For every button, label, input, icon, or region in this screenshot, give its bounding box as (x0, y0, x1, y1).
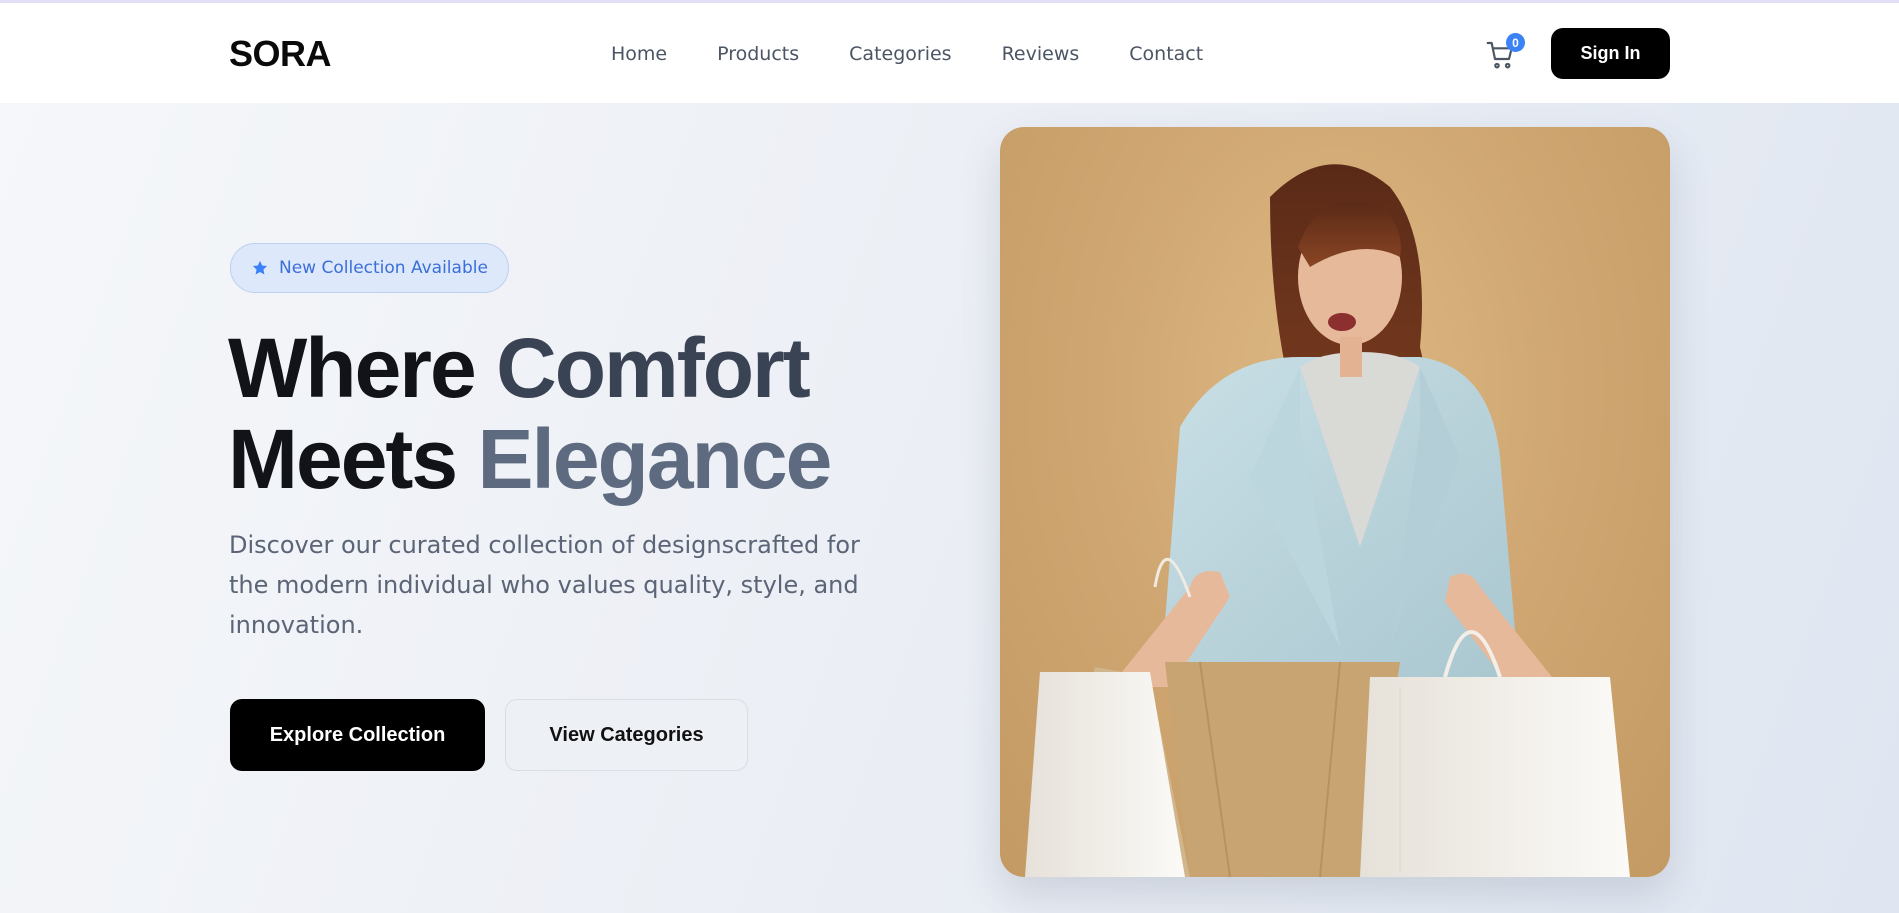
badge-label: New Collection Available (279, 258, 488, 278)
hero-description: Discover our curated collection of desig… (229, 531, 860, 639)
cart-button[interactable]: 0 (1482, 33, 1526, 77)
headline-word-comfort: Comfort (496, 321, 811, 415)
hero-image (1000, 127, 1670, 877)
star-icon (252, 260, 268, 275)
new-collection-badge[interactable]: New Collection Available (230, 243, 509, 293)
hero-headline: Where Comfort Meets Elegance (228, 323, 948, 505)
headline-line-2: Meets Elegance (228, 414, 948, 505)
nav-categories[interactable]: Categories (849, 43, 951, 65)
headline-word-where: Where (228, 321, 477, 415)
nav-home[interactable]: Home (611, 43, 667, 65)
view-categories-button[interactable]: View Categories (505, 699, 748, 771)
site-header: SORA Home Products Categories Reviews Co… (0, 3, 1899, 103)
sign-in-button[interactable]: Sign In (1551, 28, 1670, 79)
logo[interactable]: SORA (229, 33, 332, 75)
woman-with-shopping-bags-illustration (1025, 164, 1630, 877)
headline-word-elegance: Elegance (477, 412, 832, 506)
headline-word-meets: Meets (228, 412, 458, 506)
main-nav: Home Products Categories Reviews Contact (611, 43, 1253, 65)
explore-collection-button[interactable]: Explore Collection (230, 699, 485, 771)
hero-section: New Collection Available Where Comfort M… (0, 103, 1899, 913)
cart-count-badge: 0 (1506, 33, 1525, 52)
nav-reviews[interactable]: Reviews (1002, 43, 1080, 65)
nav-products[interactable]: Products (717, 43, 799, 65)
headline-line-1: Where Comfort (228, 323, 948, 414)
nav-contact[interactable]: Contact (1129, 43, 1203, 65)
